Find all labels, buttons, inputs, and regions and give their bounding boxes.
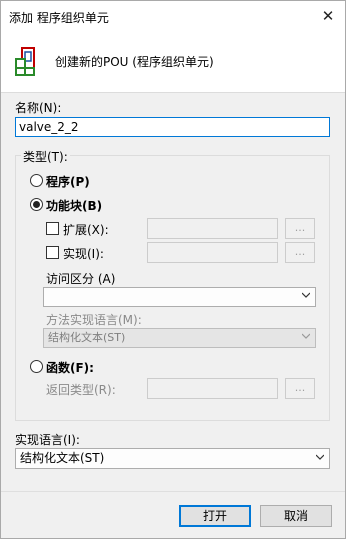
implements-field bbox=[147, 242, 278, 263]
implements-checkbox[interactable] bbox=[46, 246, 59, 259]
implementation-language-value: 结构化文本(ST) bbox=[20, 451, 105, 465]
return-type-browse-button: ... bbox=[285, 378, 315, 399]
open-button[interactable]: 打开 bbox=[179, 505, 251, 527]
method-language-combobox: 结构化文本(ST) bbox=[43, 328, 316, 348]
return-type-field bbox=[147, 378, 278, 399]
method-language-value: 结构化文本(ST) bbox=[48, 331, 126, 344]
name-input[interactable]: valve_2_2 bbox=[15, 117, 330, 137]
radio-selected-dot bbox=[33, 201, 40, 208]
method-language-label: 方法实现语言(M): bbox=[46, 313, 142, 327]
implementation-language-label: 实现语言(I): bbox=[15, 433, 80, 447]
close-button[interactable]: ✕ bbox=[315, 4, 341, 28]
dialog-footer: 打开 取消 bbox=[1, 491, 345, 538]
title-bar: 添加 程序组织单元 ✕ bbox=[1, 1, 345, 31]
extends-label: 扩展(X): bbox=[63, 223, 109, 237]
name-label: 名称(N): bbox=[15, 101, 62, 115]
program-radio[interactable] bbox=[30, 174, 43, 187]
chevron-down-icon bbox=[302, 333, 310, 339]
chevron-down-icon bbox=[316, 454, 324, 460]
cancel-button[interactable]: 取消 bbox=[260, 505, 332, 527]
implementation-language-combobox[interactable]: 结构化文本(ST) bbox=[15, 448, 330, 469]
function-radio-label: 函数(F): bbox=[46, 361, 94, 375]
return-type-label: 返回类型(R): bbox=[46, 383, 116, 397]
implements-browse-button: ... bbox=[285, 242, 315, 263]
access-combobox[interactable] bbox=[43, 287, 316, 307]
pou-icon bbox=[15, 47, 35, 76]
extends-checkbox[interactable] bbox=[46, 222, 59, 235]
window-title: 添加 程序组织单元 bbox=[9, 11, 109, 25]
type-group-caption: 类型(T): bbox=[21, 148, 70, 165]
access-label: 访问区分 (A) bbox=[46, 272, 116, 286]
chevron-down-icon bbox=[302, 292, 310, 298]
extends-field bbox=[147, 218, 278, 239]
extends-browse-button: ... bbox=[285, 218, 315, 239]
program-radio-label: 程序(P) bbox=[46, 175, 90, 189]
implements-label: 实现(I): bbox=[63, 247, 104, 261]
header-band: 创建新的POU (程序组织单元) bbox=[1, 31, 345, 93]
add-pou-dialog: 添加 程序组织单元 ✕ 创建新的POU (程序组织单元) 名称(N): valv… bbox=[0, 0, 346, 539]
function-radio[interactable] bbox=[30, 360, 43, 373]
function-block-radio-label: 功能块(B) bbox=[46, 199, 103, 213]
header-description: 创建新的POU (程序组织单元) bbox=[55, 55, 214, 69]
function-block-radio[interactable] bbox=[30, 198, 43, 211]
